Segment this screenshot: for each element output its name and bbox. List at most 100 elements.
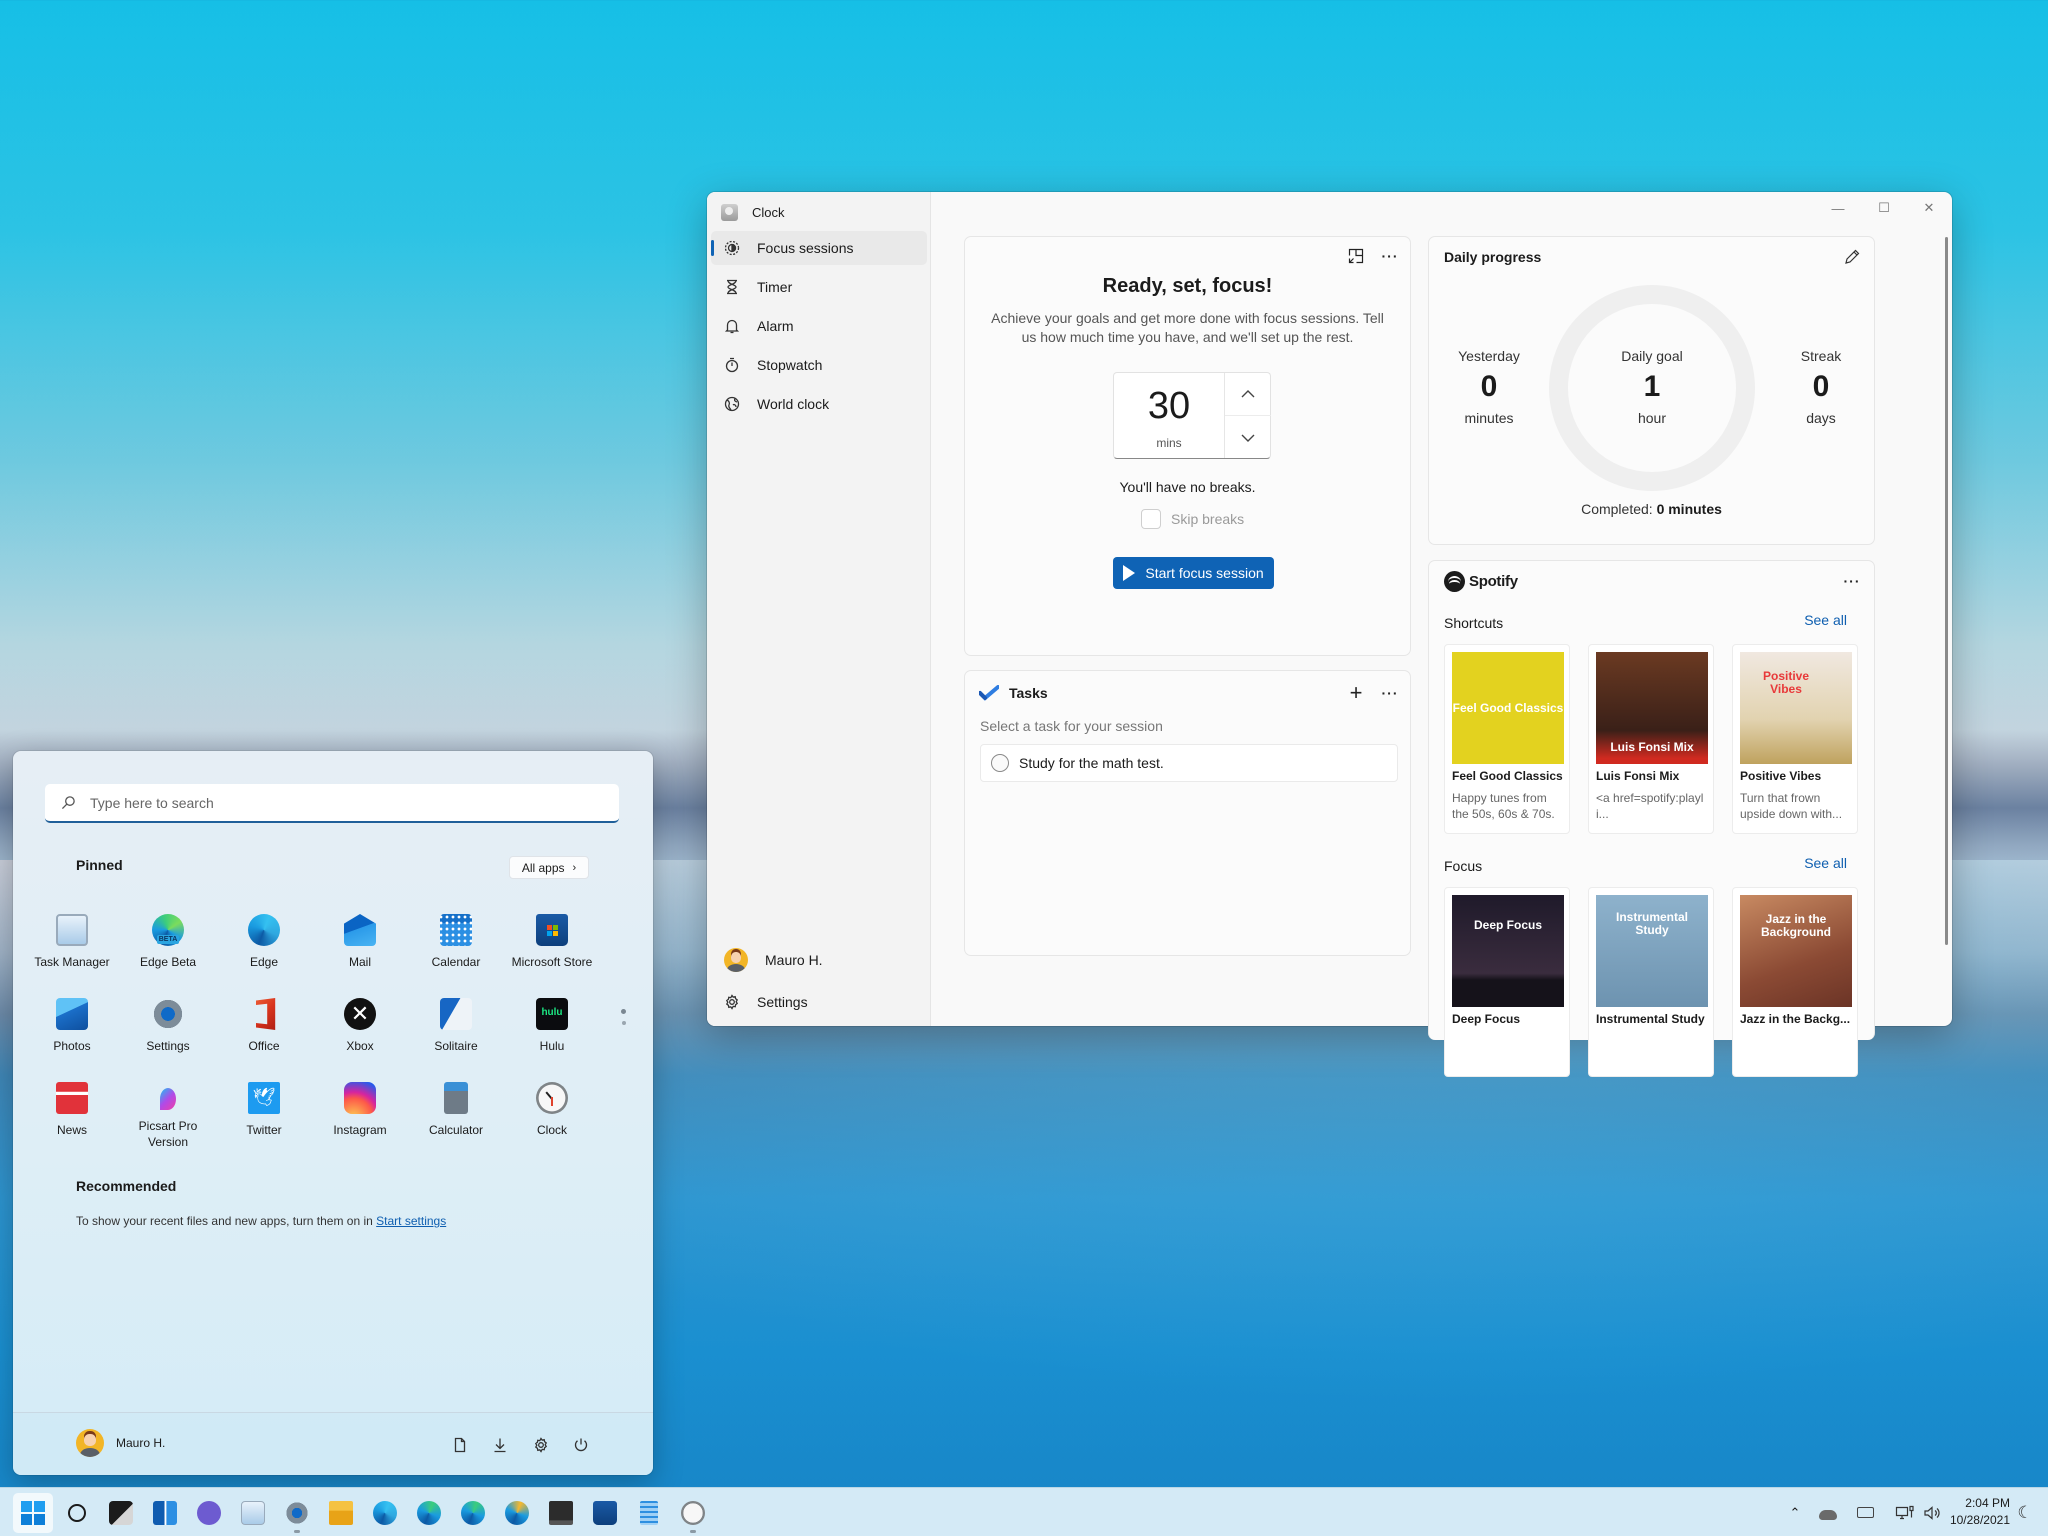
taskbar-task-manager-button[interactable] — [233, 1493, 273, 1533]
pinned-app-xbox[interactable]: ✕ Xbox — [312, 998, 408, 1054]
focus-heading: Ready, set, focus! — [1102, 275, 1273, 297]
maximize-button[interactable]: ☐ — [1861, 192, 1907, 224]
compact-overlay-button[interactable] — [1344, 244, 1368, 268]
pinned-app-microsoft-store[interactable]: Microsoft Store — [504, 914, 600, 970]
minimize-button[interactable]: — — [1815, 192, 1861, 224]
playlist-art: Jazz in the Background — [1740, 895, 1852, 1007]
playlist-tile[interactable]: Luis Fonsi Mix Luis Fonsi Mix <a href=sp… — [1588, 644, 1714, 834]
skip-breaks-checkbox[interactable]: Skip breaks — [1141, 509, 1244, 529]
start-settings-link[interactable]: Start settings — [376, 1214, 446, 1228]
show-hidden-icons-button[interactable]: ⌃ — [1780, 1488, 1810, 1536]
onedrive-tray-button[interactable] — [1813, 1488, 1843, 1536]
taskbar-edge-button[interactable] — [365, 1493, 405, 1533]
taskbar-edge-beta-button[interactable] — [409, 1493, 449, 1533]
nav-settings[interactable]: Settings — [711, 985, 927, 1019]
pinned-app-news[interactable]: News — [24, 1082, 120, 1138]
taskbar-notepad-button[interactable] — [629, 1493, 669, 1533]
pinned-app-edge-beta[interactable]: BETA Edge Beta — [120, 914, 216, 970]
duration-stepper[interactable]: 30 mins — [1113, 372, 1271, 459]
taskbar-file-explorer-button[interactable] — [321, 1493, 361, 1533]
taskbar-task-view-button[interactable] — [101, 1493, 141, 1533]
documents-button[interactable] — [449, 1434, 471, 1456]
playlist-tile[interactable]: Feel Good Classics Feel Good Classics Ha… — [1444, 644, 1570, 834]
pinned-title: Pinned — [76, 857, 123, 873]
increase-duration-button[interactable] — [1225, 373, 1271, 416]
all-apps-label: All apps — [521, 860, 565, 875]
checkbox-box[interactable] — [1141, 509, 1161, 529]
focus-more-button[interactable]: ··· — [1378, 244, 1402, 268]
add-task-button[interactable]: + — [1344, 680, 1368, 705]
taskbar-terminal-button[interactable] — [541, 1493, 581, 1533]
playlist-name: Positive Vibes — [1740, 769, 1822, 783]
page-indicator[interactable] — [621, 1009, 626, 1025]
pinned-app-clock[interactable]: Clock — [504, 1082, 600, 1138]
edit-goal-button[interactable] — [1840, 245, 1864, 269]
taskbar-clock-button[interactable] — [673, 1493, 713, 1533]
pinned-app-hulu[interactable]: hulu Hulu — [504, 998, 600, 1054]
document-icon — [454, 1437, 466, 1453]
nav-world-clock[interactable]: World clock — [711, 387, 927, 421]
pinned-app-calculator[interactable]: Calculator — [408, 1082, 504, 1138]
pinned-app-mail[interactable]: Mail — [312, 914, 408, 970]
pinned-app-photos[interactable]: Photos — [24, 998, 120, 1054]
duration-value[interactable]: 30 — [1114, 385, 1224, 428]
close-button[interactable]: ✕ — [1906, 192, 1952, 224]
tasks-more-button[interactable]: ··· — [1378, 681, 1402, 705]
playlist-tile[interactable]: Jazz in the Background Jazz in the Backg… — [1732, 887, 1858, 1077]
taskbar-search-button[interactable] — [57, 1493, 97, 1533]
nav-label: Focus sessions — [757, 240, 854, 256]
nav-stopwatch[interactable]: Stopwatch — [711, 348, 927, 382]
decrease-duration-button[interactable] — [1225, 416, 1271, 459]
pinned-app-settings[interactable]: Settings — [120, 998, 216, 1054]
time-text: 2:04 PM — [1965, 1496, 2010, 1510]
pinned-app-picsart-pro-version[interactable]: Picsart Pro Version — [120, 1082, 216, 1150]
task-complete-radio[interactable] — [991, 754, 1009, 772]
touch-keyboard-button[interactable] — [1850, 1488, 1880, 1536]
focus-icon — [724, 240, 740, 256]
playlist-tile[interactable]: Deep Focus Deep Focus — [1444, 887, 1570, 1077]
power-button[interactable] — [570, 1434, 592, 1456]
focus-assist-button[interactable]: ☾ — [2010, 1488, 2040, 1536]
taskbar-chat-button[interactable] — [189, 1493, 229, 1533]
task-item[interactable]: Study for the math test. — [980, 744, 1398, 782]
pinned-app-calendar[interactable]: Calendar — [408, 914, 504, 970]
nav-account[interactable]: Mauro H. — [711, 943, 927, 977]
focus-see-all-link[interactable]: See all — [1804, 855, 1847, 871]
pinned-app-instagram[interactable]: Instagram — [312, 1082, 408, 1138]
taskbar-edge-canary-button[interactable] — [497, 1493, 537, 1533]
playlist-tile[interactable]: Positive Vibes Positive Vibes Turn that … — [1732, 644, 1858, 834]
pinned-app-twitter[interactable]: 🕊 Twitter — [216, 1082, 312, 1138]
start-focus-session-button[interactable]: Start focus session — [1113, 557, 1274, 589]
downloads-button[interactable] — [489, 1434, 511, 1456]
page-dot-active[interactable] — [621, 1009, 626, 1014]
search-placeholder: Type here to search — [90, 794, 214, 811]
content-scrollbar[interactable] — [1945, 237, 1948, 945]
nav-timer[interactable]: Timer — [711, 270, 927, 304]
taskbar-widgets-button[interactable] — [145, 1493, 185, 1533]
pinned-app-office[interactable]: Office — [216, 998, 312, 1054]
pinned-app-edge[interactable]: Edge — [216, 914, 312, 970]
pinned-app-task-manager[interactable]: Task Manager — [24, 914, 120, 970]
taskbar-edge-dev-button[interactable] — [453, 1493, 493, 1533]
page-dot[interactable] — [621, 1021, 626, 1025]
spotify-more-button[interactable]: ··· — [1840, 569, 1864, 593]
nav-focus-sessions[interactable]: Focus sessions — [711, 231, 927, 265]
start-search-box[interactable]: Type here to search — [45, 784, 619, 823]
skip-breaks-label: Skip breaks — [1171, 511, 1245, 527]
pinned-app-solitaire[interactable]: Solitaire — [408, 998, 504, 1054]
playlist-art: Deep Focus — [1452, 895, 1564, 1007]
taskbar-settings-button[interactable] — [277, 1493, 317, 1533]
nav-alarm[interactable]: Alarm — [711, 309, 927, 343]
picsart-icon — [160, 1088, 176, 1110]
settings-button[interactable] — [530, 1434, 552, 1456]
taskbar-clock[interactable]: 2:04 PM 10/28/2021 — [1940, 1495, 2010, 1529]
start-user-button[interactable]: Mauro H. — [76, 1429, 165, 1457]
taskbar-start-button[interactable] — [13, 1493, 53, 1533]
playlist-description: <a href=spotify:playli... — [1596, 791, 1704, 821]
yesterday-label: Yesterday — [1458, 348, 1520, 364]
taskbar-store-button[interactable] — [585, 1493, 625, 1533]
shortcuts-see-all-link[interactable]: See all — [1804, 612, 1847, 628]
playlist-tile[interactable]: Instrumental Study Instrumental Study — [1588, 887, 1714, 1077]
all-apps-button[interactable]: All apps › — [509, 856, 589, 879]
focus-session-card: ··· Ready, set, focus! Achieve your goal… — [964, 236, 1411, 656]
